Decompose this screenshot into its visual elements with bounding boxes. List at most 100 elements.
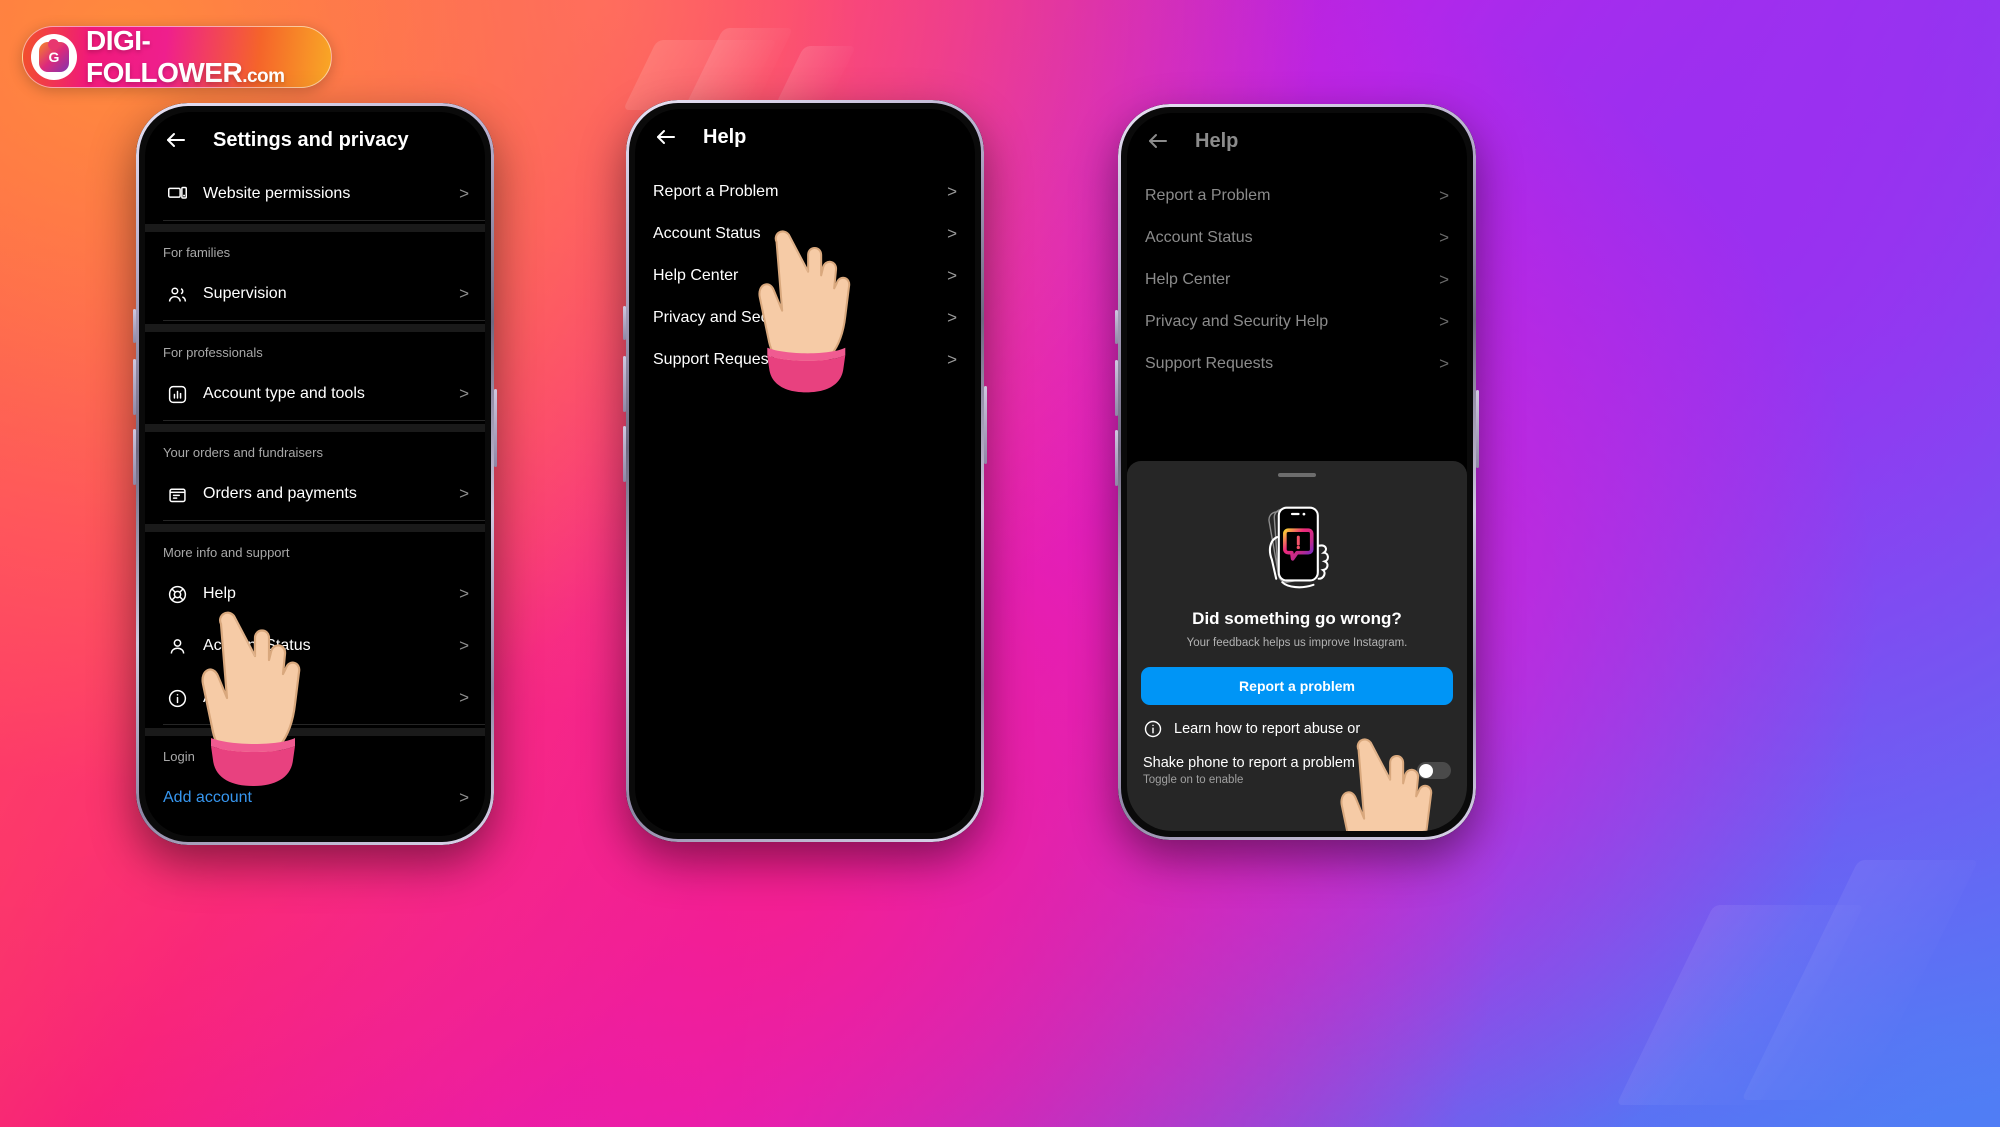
chevron-right-icon: > [1439, 354, 1449, 373]
help-row-account-status[interactable]: Account Status > [1127, 217, 1467, 259]
settings-label: Help [203, 585, 236, 602]
chevron-right-icon: > [1439, 270, 1449, 289]
phone-1-frame: Settings and privacy Website permissions… [133, 103, 497, 845]
chevron-right-icon: > [459, 688, 469, 707]
about-info-icon [163, 688, 191, 709]
chevron-right-icon: > [459, 184, 469, 203]
help-label: Account Status [653, 225, 761, 242]
phone-2-screen: Help Report a Problem > Account Status >… [635, 109, 975, 833]
section-header-login: Login [163, 749, 195, 764]
help-row-help-center[interactable]: Help Center > [635, 255, 975, 297]
help-label: Privacy and Security Help [653, 309, 837, 326]
divider [163, 320, 485, 321]
chevron-right-icon: > [459, 636, 469, 655]
phone-3-frame: Help Report a Problem > Account Status >… [1115, 104, 1479, 840]
shake-phone-setting-row[interactable]: Shake phone to report a problem Toggle o… [1127, 739, 1467, 802]
chevron-right-icon: > [459, 484, 469, 503]
settings-row-help[interactable]: Help > [145, 568, 485, 620]
chevron-right-icon: > [947, 224, 957, 243]
section-header-your-orders-and-fundraisers: Your orders and fundraisers [163, 445, 323, 460]
help-row-account-status[interactable]: Account Status > [635, 213, 975, 255]
supervision-people-icon [163, 284, 191, 305]
settings-label: Account type and tools [203, 385, 365, 402]
divider [163, 520, 485, 521]
chevron-right-icon: > [1439, 228, 1449, 247]
settings-row-account-status[interactable]: Account Status > [145, 620, 485, 672]
back-arrow-icon[interactable] [1143, 126, 1173, 156]
learn-label: Learn how to report abuse or [1174, 721, 1361, 737]
website-permissions-icon [163, 184, 191, 205]
help-label: Support Requests [1145, 355, 1274, 372]
help-row-help-center[interactable]: Help Center > [1127, 259, 1467, 301]
section-gap [145, 324, 485, 332]
section-gap [145, 424, 485, 432]
sheet-grabber-handle[interactable] [1278, 473, 1316, 477]
info-circle-icon [1144, 720, 1162, 738]
settings-row-about[interactable]: About > [145, 672, 485, 724]
phone-2-frame: Help Report a Problem > Account Status >… [623, 100, 987, 842]
help-row-privacy-and-security-help[interactable]: Privacy and Security Help > [1127, 301, 1467, 343]
help-row-privacy-and-security-help[interactable]: Privacy and Security Help > [635, 297, 975, 339]
page-title: Help [703, 125, 747, 148]
section-header-for-families: For families [163, 245, 231, 260]
shake-subtitle: Toggle on to enable [1143, 774, 1244, 786]
chevron-right-icon: > [1439, 186, 1449, 205]
help-row-support-requests[interactable]: Support Requests > [1127, 343, 1467, 385]
help-label: Help Center [653, 267, 739, 284]
help-label: Account Status [1145, 229, 1253, 246]
chevron-right-icon: > [459, 584, 469, 603]
toggle-knob [1418, 763, 1433, 778]
learn-how-to-report-abuse-link[interactable]: Learn how to report abuse or [1127, 705, 1467, 739]
chevron-right-icon: > [947, 266, 957, 285]
report-a-problem-button-label: Report a problem [1239, 678, 1355, 694]
brand-name: DIGI-FOLLOWER [86, 25, 243, 88]
section-gap [145, 524, 485, 532]
account-person-icon [163, 636, 191, 657]
shake-text-block: Shake phone to report a problem Toggle o… [1143, 755, 1355, 786]
help-row-report-a-problem[interactable]: Report a Problem > [1127, 175, 1467, 217]
chevron-right-icon: > [947, 182, 957, 201]
phone-1-screen: Settings and privacy Website permissions… [145, 112, 485, 836]
page-title: Settings and privacy [213, 128, 409, 151]
shake-phone-toggle[interactable] [1417, 762, 1451, 779]
sheet-title: Did something go wrong? [1192, 609, 1402, 628]
settings-label: Supervision [203, 285, 287, 302]
settings-row-website-permissions[interactable]: Website permissions > [145, 168, 485, 220]
divider [163, 724, 485, 725]
section-header-more-info-and-support: More info and support [163, 545, 290, 560]
account-type-chart-icon [163, 384, 191, 405]
section-gap [145, 224, 485, 232]
help-row-report-a-problem[interactable]: Report a Problem > [635, 171, 975, 213]
sheet-subtitle: Your feedback helps us improve Instagram… [1186, 637, 1408, 649]
back-arrow-icon[interactable] [651, 122, 681, 152]
settings-row-log-out[interactable]: Log out > [145, 824, 485, 836]
settings-label: Orders and payments [203, 485, 357, 502]
settings-row-account-type-and-tools[interactable]: Account type and tools > [145, 368, 485, 420]
phone-3-topbar: Help [1127, 113, 1467, 169]
page-title: Help [1195, 129, 1239, 152]
settings-row-supervision[interactable]: Supervision > [145, 268, 485, 320]
help-label: Report a Problem [653, 183, 779, 200]
settings-label: Add account [163, 789, 252, 806]
help-lifebuoy-icon [163, 584, 191, 605]
brand-tld: .com [242, 66, 285, 87]
settings-row-orders-and-payments[interactable]: Orders and payments > [145, 468, 485, 520]
help-label: Report a Problem [1145, 187, 1271, 204]
shake-title: Shake phone to report a problem [1143, 755, 1355, 771]
settings-label: Website permissions [203, 185, 351, 202]
orders-box-icon [163, 484, 191, 505]
report-problem-bottom-sheet: Did something go wrong? Your feedback he… [1127, 461, 1467, 831]
back-arrow-icon[interactable] [161, 125, 191, 155]
chevron-right-icon: > [459, 284, 469, 303]
phone-3-screen: Help Report a Problem > Account Status >… [1127, 113, 1467, 831]
chevron-right-icon: > [459, 384, 469, 403]
chevron-right-icon: > [1439, 312, 1449, 331]
report-a-problem-button[interactable]: Report a problem [1141, 667, 1453, 705]
divider [163, 420, 485, 421]
help-label: Support Requests [653, 351, 782, 368]
divider [163, 220, 485, 221]
phone-3-dimmed-list: Help Report a Problem > Account Status >… [1127, 113, 1467, 385]
phone-2-topbar: Help [635, 109, 975, 165]
settings-row-add-account[interactable]: Add account > [145, 772, 485, 824]
help-row-support-requests[interactable]: Support Requests > [635, 339, 975, 381]
